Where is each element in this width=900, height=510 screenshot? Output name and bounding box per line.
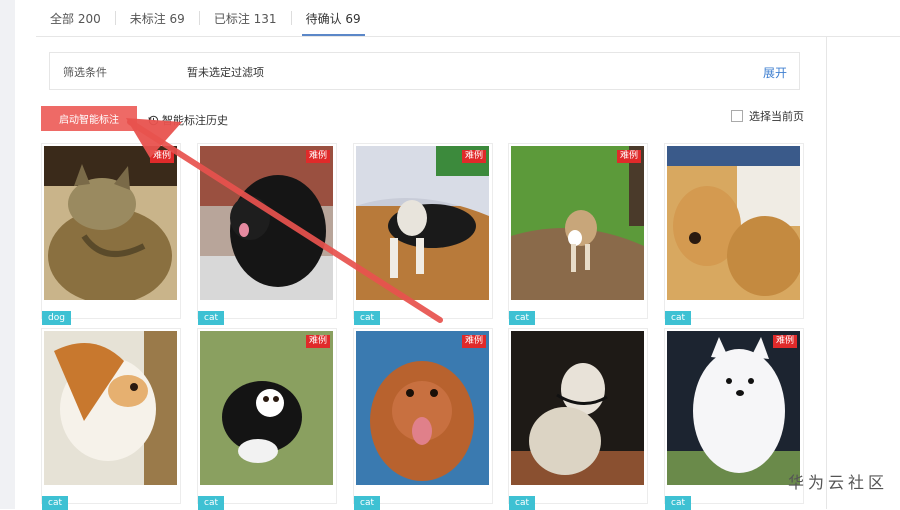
dog-photo-icon bbox=[356, 331, 489, 485]
label-tag: cat bbox=[509, 311, 535, 325]
image-card[interactable]: 难例 cat bbox=[664, 328, 804, 510]
hard-example-badge: 难例 bbox=[149, 150, 174, 163]
dog-photo-icon bbox=[511, 331, 644, 485]
tab-unlabeled[interactable]: 未标注 69 bbox=[116, 0, 199, 36]
hard-example-badge: 难例 bbox=[461, 335, 486, 348]
filter-value: 暂未选定过滤项 bbox=[187, 66, 264, 79]
image-card[interactable]: 难例 cat bbox=[353, 328, 493, 510]
image-card[interactable]: 难例 cat bbox=[197, 328, 337, 510]
smart-label-history-link[interactable]: 智能标注历史 bbox=[148, 112, 228, 128]
history-icon bbox=[148, 115, 159, 125]
label-tag: cat bbox=[198, 311, 224, 325]
image-card[interactable]: 难例 cat bbox=[508, 143, 648, 325]
label-tag: cat bbox=[665, 311, 691, 325]
label-tag: cat bbox=[354, 311, 380, 325]
dog-photo-icon bbox=[200, 331, 333, 485]
image-card[interactable]: 难例 cat bbox=[197, 143, 337, 325]
dog-photo-icon bbox=[667, 146, 800, 300]
select-page-label: 选择当前页 bbox=[749, 110, 804, 123]
watermark: 华为云社区 bbox=[787, 473, 888, 492]
image-card[interactable]: 难例 dog bbox=[41, 143, 181, 325]
filter-panel: 筛选条件 暂未选定过滤项 展开 bbox=[49, 52, 800, 90]
dog-photo-icon bbox=[667, 331, 800, 485]
label-tag: cat bbox=[665, 496, 691, 510]
image-card[interactable]: cat bbox=[508, 328, 648, 510]
right-panel-divider bbox=[826, 36, 827, 509]
label-tag: cat bbox=[354, 496, 380, 510]
tabs-divider bbox=[36, 36, 900, 37]
dog-photo-icon bbox=[200, 146, 333, 300]
tab-to-confirm[interactable]: 待确认 69 bbox=[292, 0, 375, 36]
cat-photo-icon bbox=[44, 146, 177, 300]
hard-example-badge: 难例 bbox=[772, 335, 797, 348]
history-label: 智能标注历史 bbox=[162, 114, 228, 127]
filter-expand-link[interactable]: 展开 bbox=[763, 64, 787, 81]
tab-labeled[interactable]: 已标注 131 bbox=[200, 0, 291, 36]
dog-photo-icon bbox=[511, 146, 644, 300]
hard-example-badge: 难例 bbox=[461, 150, 486, 163]
hard-example-badge: 难例 bbox=[305, 335, 330, 348]
label-tag: cat bbox=[509, 496, 535, 510]
start-smart-label-button[interactable]: 启动智能标注 bbox=[41, 106, 137, 131]
label-tag: cat bbox=[42, 496, 68, 510]
left-gutter bbox=[0, 0, 15, 509]
dog-photo-icon bbox=[44, 331, 177, 485]
image-card[interactable]: 难例 cat bbox=[353, 143, 493, 325]
hard-example-badge: 难例 bbox=[305, 150, 330, 163]
select-page-checkbox[interactable] bbox=[731, 110, 743, 122]
image-card[interactable]: cat bbox=[41, 328, 181, 510]
dog-photo-icon bbox=[356, 146, 489, 300]
tab-all[interactable]: 全部 200 bbox=[36, 0, 115, 36]
image-card[interactable]: cat bbox=[664, 143, 804, 325]
status-tabs: 全部 200 未标注 69 已标注 131 待确认 69 bbox=[36, 0, 375, 36]
label-tag: dog bbox=[42, 311, 71, 325]
select-current-page[interactable]: 选择当前页 bbox=[731, 108, 804, 124]
hard-example-badge: 难例 bbox=[616, 150, 641, 163]
filter-label: 筛选条件 bbox=[63, 66, 107, 79]
label-tag: cat bbox=[198, 496, 224, 510]
